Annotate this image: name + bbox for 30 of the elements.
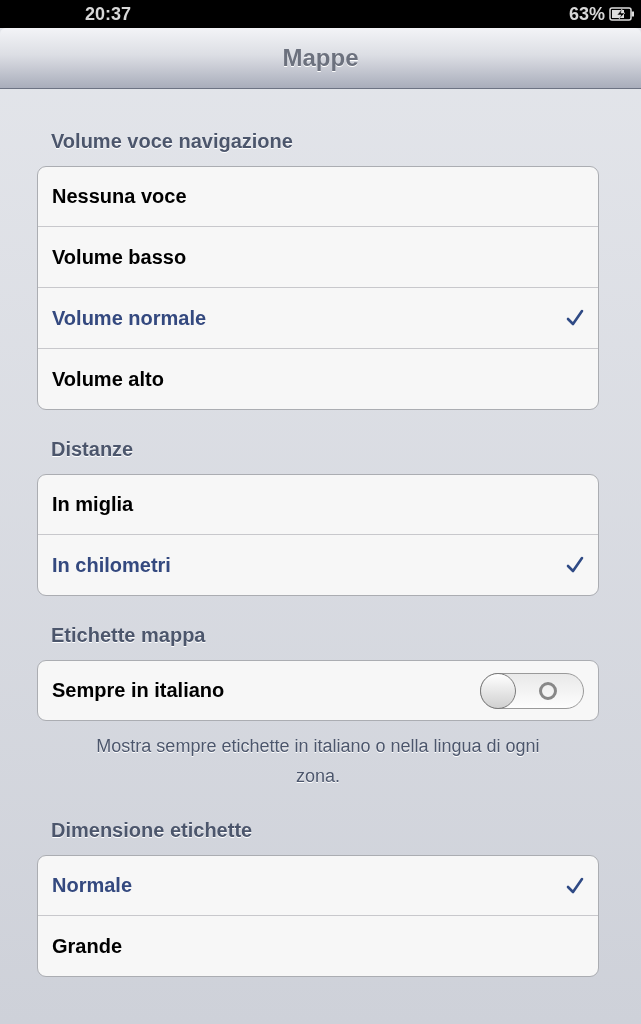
battery-charging-icon xyxy=(609,7,635,21)
status-time: 20:37 xyxy=(85,3,132,25)
nav-title: Mappe xyxy=(282,44,359,72)
option-label: Volume basso xyxy=(52,245,187,269)
toggle-switch[interactable] xyxy=(480,672,584,709)
option-row[interactable]: Nessuna voce xyxy=(38,167,598,226)
option-row[interactable]: Normale xyxy=(38,856,598,915)
option-label: In miglia xyxy=(52,493,134,516)
option-row[interactable]: Volume normale xyxy=(38,287,598,348)
option-label: Grande xyxy=(52,934,123,958)
toggle-label: Sempre in italiano xyxy=(52,679,225,702)
section-header: Distanze xyxy=(50,437,135,462)
section-header: Volume voce navigazione xyxy=(50,129,294,154)
option-row[interactable]: Volume alto xyxy=(38,348,598,409)
option-label: Volume alto xyxy=(52,367,164,391)
option-label: Nessuna voce xyxy=(52,185,187,208)
section-header: Etichette mappa xyxy=(50,623,207,648)
checkmark-icon xyxy=(566,309,584,327)
option-row[interactable]: Volume basso xyxy=(38,226,598,287)
checkmark-icon xyxy=(566,876,584,895)
checkmark-icon xyxy=(566,556,584,574)
battery-percent: 63% xyxy=(568,3,605,25)
option-row[interactable]: Grande xyxy=(38,915,598,976)
section-header: Dimensione etichette xyxy=(50,818,254,843)
option-label: In chilometri xyxy=(52,553,171,577)
section-footer-note: Mostra sempre etichette in italiano o nella lingua di ogni zona. xyxy=(95,735,541,788)
option-label: Volume normale xyxy=(52,306,207,330)
option-row[interactable]: In miglia xyxy=(38,475,598,534)
option-label: Normale xyxy=(52,874,133,897)
option-row[interactable]: In chilometri xyxy=(38,534,598,595)
